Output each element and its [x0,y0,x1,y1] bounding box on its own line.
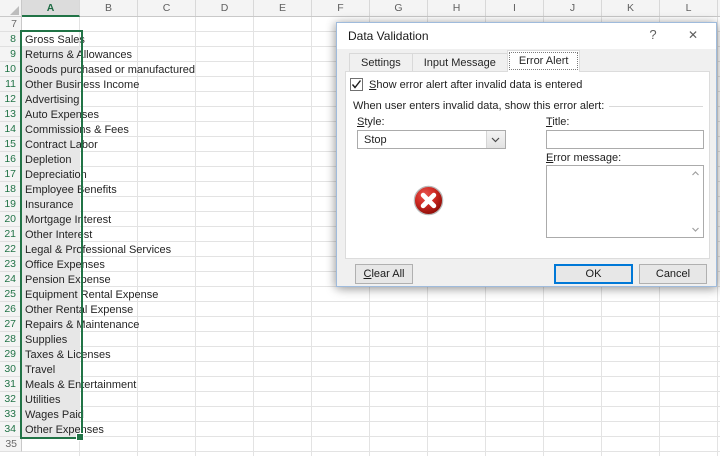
row-header-32[interactable]: 32 [0,392,22,407]
tab-settings[interactable]: Settings [349,53,412,72]
row-header-7[interactable]: 7 [0,17,22,32]
group-heading-label: When user enters invalid data, show this… [353,100,605,112]
row-header-15[interactable]: 15 [0,137,22,152]
column-header-row: ABCDEFGHIJKL [0,0,720,17]
checkmark-icon [351,80,362,89]
row-header-20[interactable]: 20 [0,212,22,227]
row-header-18[interactable]: 18 [0,182,22,197]
column-header-K[interactable]: K [602,0,660,16]
show-error-alert-checkbox[interactable] [350,78,363,91]
cancel-button[interactable]: Cancel [639,264,707,284]
column-header-D[interactable]: D [196,0,254,16]
data-validation-dialog: Data Validation ? ✕ Settings Input Messa… [336,22,717,287]
tab-strip: Settings Input Message Error Alert [349,50,581,72]
row-header-8[interactable]: 8 [0,32,22,47]
row-header-14[interactable]: 14 [0,122,22,137]
row-header-33[interactable]: 33 [0,407,22,422]
column-header-E[interactable]: E [254,0,312,16]
select-all-triangle-icon [10,6,19,15]
row-header-12[interactable]: 12 [0,92,22,107]
column-header-H[interactable]: H [428,0,486,16]
column-header-B[interactable]: B [80,0,138,16]
row-header-13[interactable]: 13 [0,107,22,122]
row-header-30[interactable]: 30 [0,362,22,377]
row-header-22[interactable]: 22 [0,242,22,257]
column-header-A[interactable]: A [22,0,80,17]
row-header-16[interactable]: 16 [0,152,22,167]
select-all-button[interactable] [0,0,22,16]
title-label: Title: [546,116,570,128]
group-heading: When user enters invalid data, show this… [353,100,703,112]
dialog-title: Data Validation [348,29,429,43]
row-header-25[interactable]: 25 [0,287,22,302]
close-icon[interactable]: ✕ [678,23,708,47]
column-header-F[interactable]: F [312,0,370,16]
row-header-10[interactable]: 10 [0,62,22,77]
error-message-textarea[interactable] [547,166,703,237]
excel-window: ABCDEFGHIJKL 7 8 9 10 11 12 13 14 15 16 17 18 19 20 21… [0,0,720,456]
error-message-label: Error message: [546,152,622,164]
style-label: Style: [357,116,385,128]
row-header-19[interactable]: 19 [0,197,22,212]
row-header-29[interactable]: 29 [0,347,22,362]
error-message-box [546,165,704,238]
style-dropdown-value: Stop [364,134,387,146]
scroll-up-icon[interactable] [690,168,701,179]
dialog-titlebar[interactable]: Data Validation ? ✕ [337,23,716,49]
row-header-9[interactable]: 9 [0,47,22,62]
row-header-31[interactable]: 31 [0,377,22,392]
dropdown-button[interactable] [486,131,505,148]
row-header-28[interactable]: 28 [0,332,22,347]
title-input[interactable] [546,130,704,149]
style-dropdown[interactable]: Stop [357,130,506,149]
clear-all-button[interactable]: Clear All [355,264,413,284]
row-header-26[interactable]: 26 [0,302,22,317]
ok-button[interactable]: OK [554,264,633,284]
group-etched-line [609,106,703,107]
tab-input-message[interactable]: Input Message [411,53,507,72]
stop-error-icon [413,185,444,216]
row-header-34[interactable]: 34 [0,422,22,437]
row-header-24[interactable]: 24 [0,272,22,287]
show-error-alert-label[interactable]: Show error alert after invalid data is e… [369,79,582,91]
row-header-35[interactable]: 35 [0,437,22,452]
scroll-down-icon[interactable] [690,224,701,235]
tab-error-alert[interactable]: Error Alert [506,50,581,72]
column-header-L[interactable]: L [660,0,718,16]
row-header-23[interactable]: 23 [0,257,22,272]
column-header-I[interactable]: I [486,0,544,16]
row-header-21[interactable]: 21 [0,227,22,242]
column-header-C[interactable]: C [138,0,196,16]
row-header-27[interactable]: 27 [0,317,22,332]
chevron-down-icon [491,137,500,143]
help-icon[interactable]: ? [638,23,668,47]
row-header-17[interactable]: 17 [0,167,22,182]
selection-border [20,30,83,439]
column-header-G[interactable]: G [370,0,428,16]
row-header-11[interactable]: 11 [0,77,22,92]
column-header-J[interactable]: J [544,0,602,16]
fill-handle[interactable] [76,433,84,441]
